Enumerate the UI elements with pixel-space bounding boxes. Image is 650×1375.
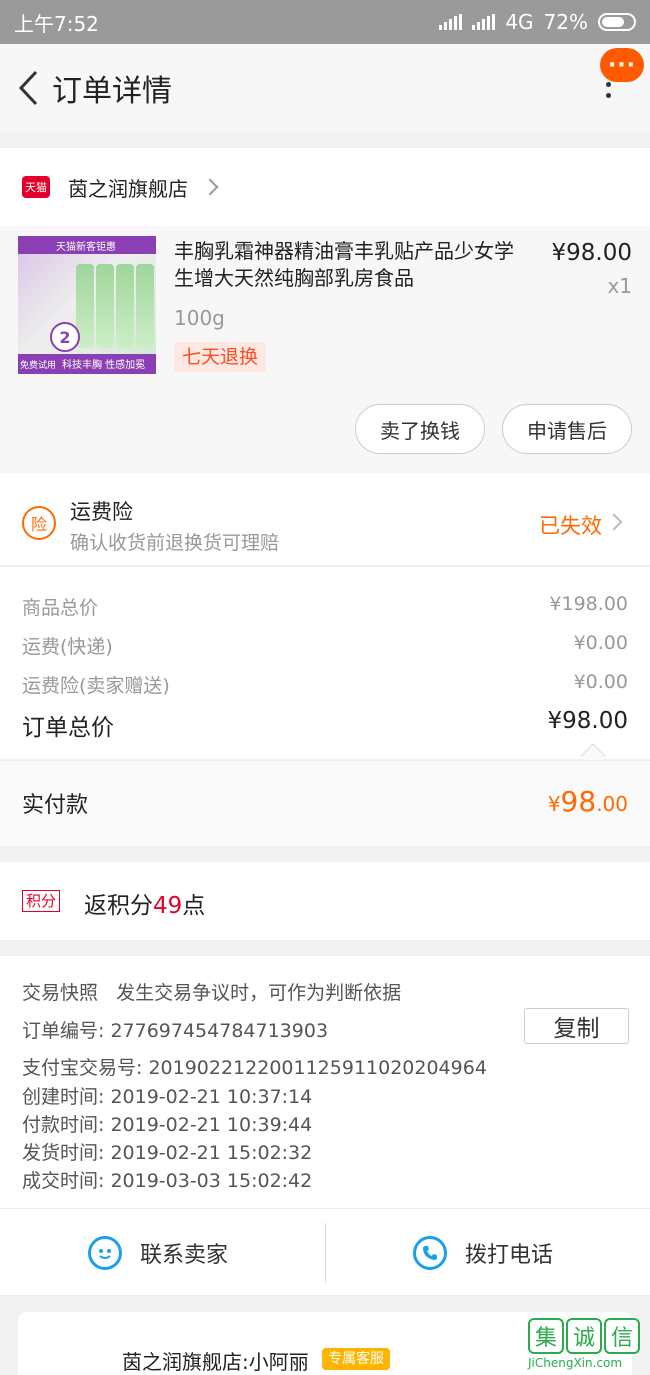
points-text: 返积分49点 (84, 893, 206, 919)
insurance-subtitle: 确认收货前退换货可理赔 (70, 532, 280, 554)
trade-snapshot[interactable]: 交易快照 发生交易争议时，可作为判断依据 (22, 978, 401, 1005)
divider (325, 1223, 326, 1283)
contact-seller-label[interactable]: 联系卖家 (140, 1237, 228, 1269)
order-info: 交易快照 发生交易争议时，可作为判断依据 订单编号: 2776974547847… (0, 956, 650, 1208)
resell-button[interactable]: 卖了换钱 (355, 404, 485, 454)
product-quantity: x1 (607, 274, 632, 298)
thumb-pack-count: 2 (50, 322, 80, 352)
kebab-menu-icon[interactable] (606, 82, 612, 104)
product-price: ¥98.00 (551, 240, 632, 266)
more-menu[interactable]: ··· (600, 48, 644, 82)
phone-icon (413, 1236, 447, 1270)
order-total-value: ¥98.00 (547, 708, 628, 734)
cell-signal-icon (472, 14, 496, 30)
site-watermark: 集 诚 信 JiChengXin.com (528, 1318, 648, 1375)
price-label: 运费(快递) (22, 636, 113, 658)
actual-payment-amount: ¥98.00 (547, 785, 628, 818)
order-total-label: 订单总价 (22, 715, 114, 741)
price-row-goods: 商品总价 ¥198.00 (22, 593, 628, 620)
status-indicators: 4G 72% (439, 10, 636, 34)
actual-payment-label: 实付款 (22, 793, 89, 818)
page-title: 订单详情 (52, 74, 172, 109)
battery-percent: 72% (543, 10, 588, 34)
status-bar: 上午7:52 4G 72% (0, 0, 650, 44)
network-type: 4G (505, 10, 534, 34)
store-name[interactable]: 茵之润旗舰店 (68, 173, 188, 202)
smiley-chat-icon (88, 1236, 122, 1270)
contact-bar: 联系卖家 拨打电话 (0, 1208, 650, 1296)
tmall-logo-icon: 天猫 (22, 176, 50, 198)
chevron-right-icon (201, 178, 219, 196)
price-row-shipping: 运费(快递) ¥0.00 (22, 632, 628, 659)
snapshot-label[interactable]: 交易快照 (22, 982, 98, 1004)
price-breakdown: 商品总价 ¥198.00 运费(快递) ¥0.00 运费险(卖家赠送) ¥0.0… (0, 567, 650, 769)
dedicated-service-badge: 专属客服 (322, 1348, 390, 1370)
more-dots-icon[interactable]: ··· (600, 48, 644, 82)
price-value: ¥198.00 (549, 593, 628, 615)
paid-time: 付款时间: 2019-02-21 10:39:44 (22, 1114, 313, 1136)
back-arrow-icon[interactable] (8, 68, 48, 108)
order-total-row: 订单总价 ¥98.00 (22, 708, 628, 742)
insurance-title: 运费险 (70, 500, 133, 524)
battery-icon (598, 13, 636, 31)
product-title[interactable]: 丰胸乳霜神器精油膏丰乳贴产品少女学生增大天然纯胸部乳房食品 (174, 238, 526, 292)
nav-bar: 订单详情 ··· (0, 44, 650, 132)
copy-button[interactable]: 复制 (524, 1008, 629, 1044)
insurance-status: 已失效 (539, 514, 602, 538)
call-phone-button[interactable]: 拨打电话 (413, 1209, 553, 1297)
chevron-right-icon (605, 513, 623, 531)
actual-payment-row: 实付款 ¥98.00 (0, 760, 650, 846)
call-phone-label[interactable]: 拨打电话 (465, 1237, 553, 1269)
product-spec: 100g (174, 306, 225, 330)
price-value: ¥0.00 (573, 671, 628, 693)
thumb-promo-text: 天猫新客钜惠 (56, 242, 116, 253)
created-time: 创建时间: 2019-02-21 10:37:14 (22, 1086, 313, 1108)
contact-seller-button[interactable]: 联系卖家 (88, 1209, 228, 1297)
product-item[interactable]: 天猫新客钜惠 2 免费试用 科技丰胸 性感加冕 丰胸乳霜神器精油膏丰乳贴产品少女… (0, 226, 650, 474)
insurance-icon: 险 (22, 506, 56, 540)
watermark-url: JiChengXin.com (528, 1356, 623, 1370)
snapshot-note: 发生交易争议时，可作为判断依据 (116, 982, 402, 1004)
price-row-insurance: 运费险(卖家赠送) ¥0.00 (22, 671, 628, 698)
shipping-insurance-row[interactable]: 险 运费险 确认收货前退换货可理赔 已失效 (0, 474, 650, 566)
service-agent-name[interactable]: 茵之润旗舰店:小阿丽 (122, 1346, 309, 1375)
price-value: ¥0.00 (573, 632, 628, 654)
wifi-signal-icon (439, 14, 463, 30)
price-label: 商品总价 (22, 597, 99, 619)
order-number: 订单编号: 2776974547847139​03 (22, 1020, 329, 1042)
product-thumbnail[interactable]: 天猫新客钜惠 2 免费试用 科技丰胸 性感加冕 (18, 236, 156, 374)
reward-points-row: 积分 返积分49点 (0, 862, 650, 940)
thumb-slogan: 科技丰胸 性感加冕 (62, 360, 146, 371)
return-policy-badge: 七天退换 (174, 342, 267, 372)
price-label: 运费险(卖家赠送) (22, 675, 170, 697)
store-row[interactable]: 天猫 茵之润旗舰店 (0, 148, 650, 226)
completed-time: 成交时间: 2019-03-03 15:02:42 (22, 1170, 313, 1192)
after-sale-button[interactable]: 申请售后 (502, 404, 632, 454)
alipay-number: 支付宝交易号: 2019022122001125911020204964 (22, 1057, 487, 1079)
watermark-logo: 集 诚 信 (528, 1318, 648, 1354)
points-badge: 积分 (22, 890, 61, 912)
status-time: 上午7:52 (14, 11, 99, 36)
shipped-time: 发货时间: 2019-02-21 15:02:32 (22, 1142, 313, 1164)
thumb-free-trial: 免费试用 (20, 361, 57, 371)
